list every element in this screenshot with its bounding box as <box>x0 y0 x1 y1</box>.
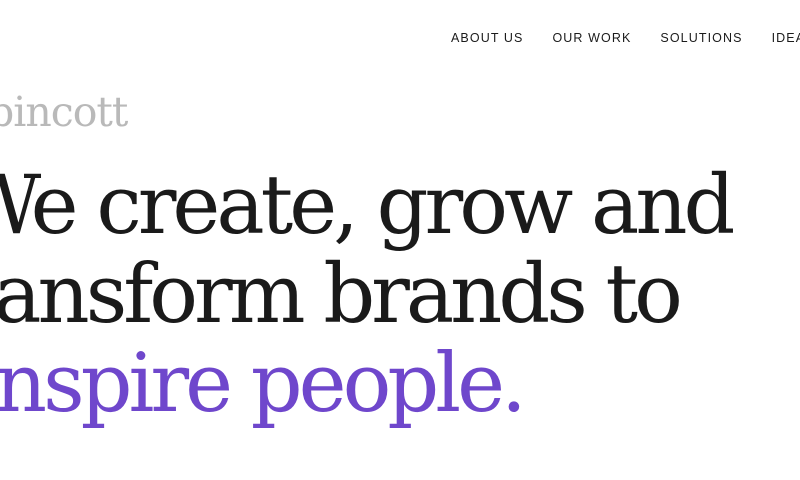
hero-line-2: transform brands to <box>0 248 683 342</box>
hero-line-3-accent: inspire people. <box>0 337 527 431</box>
nav-link-ideas[interactable]: IDEAS <box>772 31 800 45</box>
brand-logo[interactable]: pincott <box>0 88 128 136</box>
nav-link-about-us[interactable]: ABOUT US <box>451 31 523 45</box>
page: ABOUT US OUR WORK SOLUTIONS IDEAS pincot… <box>0 0 800 480</box>
hero-line-1: We create, grow and <box>0 159 735 253</box>
nav-link-our-work[interactable]: OUR WORK <box>552 31 631 45</box>
nav-link-solutions[interactable]: SOLUTIONS <box>660 31 742 45</box>
hero-headline: We create, grow and transform brands to … <box>0 159 735 431</box>
top-navigation: ABOUT US OUR WORK SOLUTIONS IDEAS <box>451 31 800 45</box>
